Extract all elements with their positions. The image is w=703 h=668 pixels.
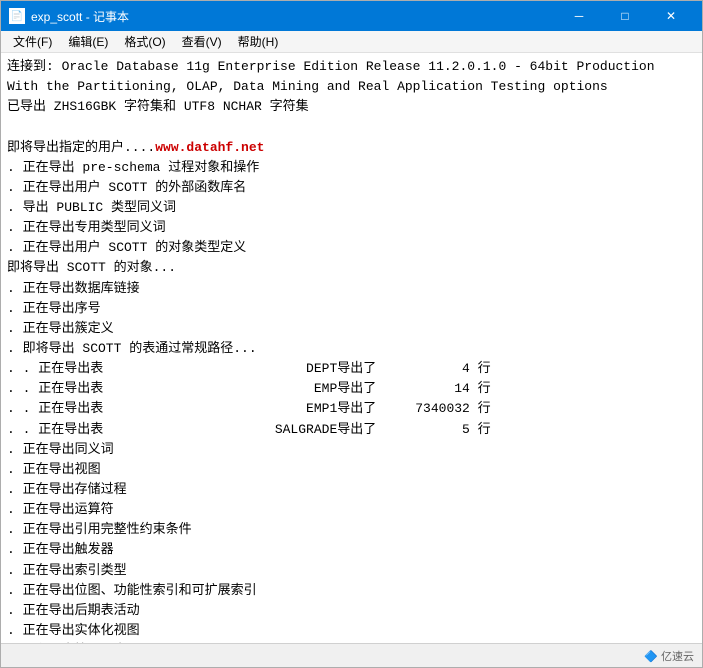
status-logo-text: 🔷 亿速云	[644, 648, 694, 664]
window-title: exp_scott - 记事本	[31, 8, 129, 25]
app-icon: 📄	[9, 8, 25, 24]
watermark-text: www.datahf.net	[155, 140, 264, 155]
menu-view[interactable]: 查看(V)	[174, 32, 230, 52]
main-window: 📄 exp_scott - 记事本 ─ □ ✕ 文件(F) 编辑(E) 格式(O…	[0, 0, 703, 668]
menu-bar: 文件(F) 编辑(E) 格式(O) 查看(V) 帮助(H)	[1, 31, 702, 53]
menu-file[interactable]: 文件(F)	[5, 32, 60, 52]
close-button[interactable]: ✕	[648, 1, 694, 31]
status-bar: 🔷 亿速云	[1, 643, 702, 667]
text-editor-area[interactable]: 连接到: Oracle Database 11g Enterprise Edit…	[1, 53, 702, 643]
menu-help[interactable]: 帮助(H)	[230, 32, 287, 52]
title-bar: 📄 exp_scott - 记事本 ─ □ ✕	[1, 1, 702, 31]
minimize-button[interactable]: ─	[556, 1, 602, 31]
maximize-button[interactable]: □	[602, 1, 648, 31]
text-content: 连接到: Oracle Database 11g Enterprise Edit…	[7, 57, 696, 643]
title-bar-left: 📄 exp_scott - 记事本	[9, 8, 129, 25]
menu-edit[interactable]: 编辑(E)	[60, 32, 116, 52]
title-bar-controls: ─ □ ✕	[556, 1, 694, 31]
menu-format[interactable]: 格式(O)	[116, 32, 173, 52]
